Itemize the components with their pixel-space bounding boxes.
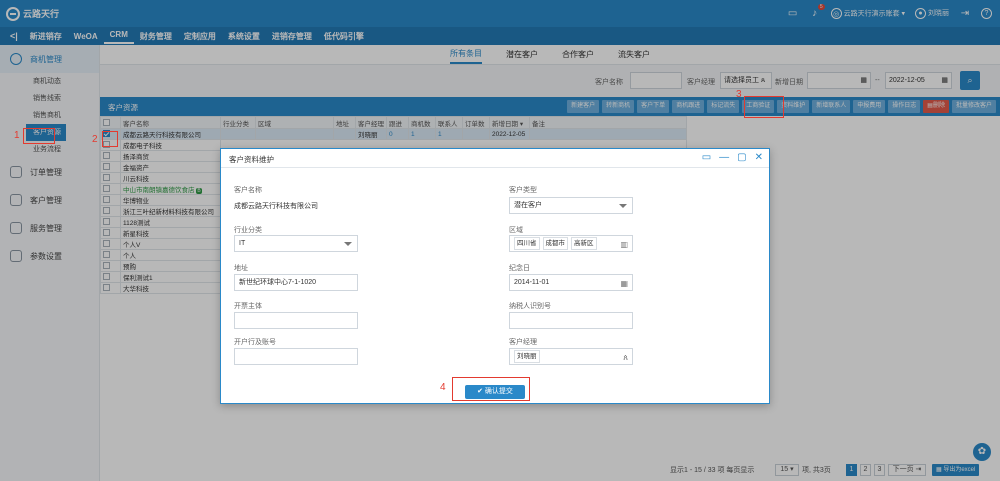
region-province: 四川省 [514,237,540,250]
dialog-title: 客户资料维护 [229,155,274,164]
region-city: 成都市 [542,237,568,250]
anniversary-input[interactable]: 2014-11-01 ▦ [509,274,633,291]
taxid-label: 纳税人识别号 [509,303,551,310]
annotation-box-4 [452,377,530,401]
anniversary-value: 2014-11-01 [514,279,550,286]
chevron-down-icon [344,242,352,246]
bank-label: 开户行及账号 [234,339,276,346]
dialog-header: 客户资料维护 ▭ — ▢ ✕ [221,149,769,168]
industry-label: 行业分类 [234,227,262,234]
invoice-entity-input[interactable] [234,312,358,329]
screen-icon[interactable]: ▭ [702,152,711,163]
close-icon[interactable]: ✕ [755,152,763,163]
region-district: 高新区 [571,237,597,250]
type-value: 潜在客户 [514,202,542,209]
customer-profile-dialog: 客户资料维护 ▭ — ▢ ✕ 客户名称 成都云路天行科技有限公司 客户类型 潜在… [220,148,770,404]
region-label: 区域 [509,227,523,234]
minimize-icon[interactable]: — [719,152,729,163]
name-label: 客户名称 [234,187,262,194]
type-label: 客户类型 [509,187,537,194]
address-input[interactable]: 新世纪环球中心7-1-1020 [234,274,358,291]
person-icon: ጰ [623,353,628,362]
bank-input[interactable] [234,348,358,365]
manager-input[interactable]: 刘晓丽 ጰ [509,348,633,365]
annotation-box-2 [102,131,118,147]
taxid-input[interactable] [509,312,633,329]
region-picker[interactable]: 四川省 成都市 高新区 ▥ [509,235,633,252]
address-label: 地址 [234,265,248,272]
annotation-number-4: 4 [440,382,446,393]
address-value: 新世纪环球中心7-1-1020 [239,279,317,286]
calendar-icon: ▦ [620,279,628,288]
anniversary-label: 纪念日 [509,265,530,272]
industry-value: IT [239,240,246,247]
annotation-number-3: 3 [736,89,742,100]
annotation-box-1 [23,128,55,144]
manager-value: 刘晓丽 [514,350,540,363]
annotation-box-3 [744,96,784,118]
type-select[interactable]: 潜在客户 [509,197,633,214]
name-value: 成都云路天行科技有限公司 [234,203,318,210]
annotation-number-1: 1 [14,130,20,141]
chevron-down-icon [619,204,627,208]
dialog-controls: ▭ — ▢ ✕ [702,152,763,163]
manager-label: 客户经理 [509,339,537,346]
annotation-number-2: 2 [92,134,98,145]
industry-select[interactable]: IT [234,235,358,252]
building-icon: ▥ [620,240,628,249]
invoice-entity-label: 开票主体 [234,303,262,310]
maximize-icon[interactable]: ▢ [737,152,746,163]
